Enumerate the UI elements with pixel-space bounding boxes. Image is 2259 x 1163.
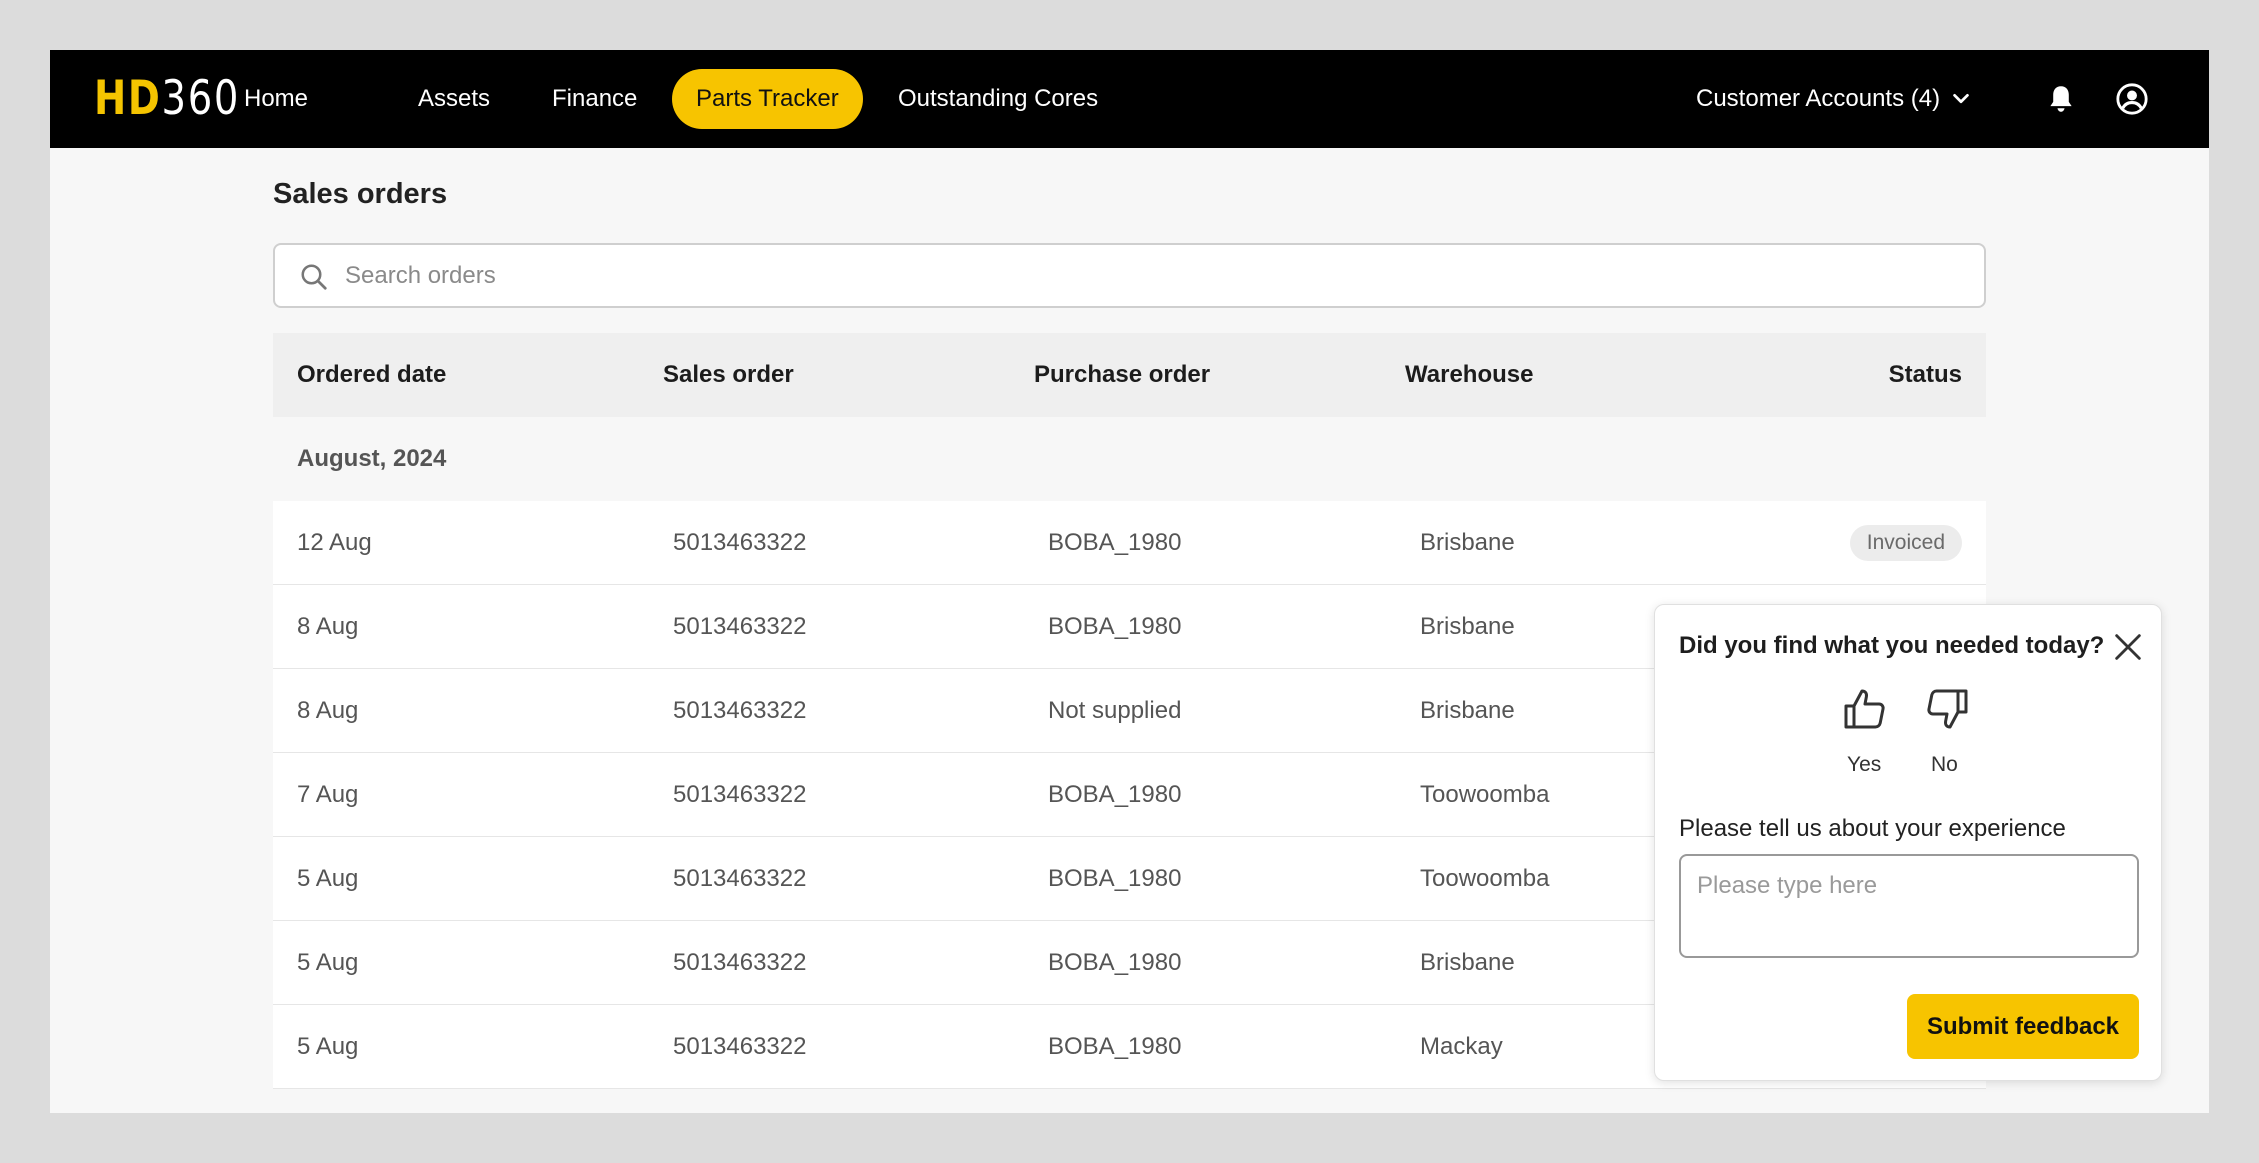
- experience-textarea[interactable]: [1679, 854, 2139, 958]
- month-group-label: August, 2024: [297, 445, 447, 472]
- cell-sales-order: 5013463322: [673, 780, 807, 808]
- nav-home[interactable]: Home: [220, 69, 332, 129]
- cell-sales-order: 5013463322: [673, 696, 807, 724]
- column-header-ordered-date[interactable]: Ordered date: [297, 361, 446, 389]
- cell-ordered-date: 8 Aug: [297, 696, 359, 724]
- cell-warehouse: Brisbane: [1420, 696, 1515, 724]
- no-label: No: [1931, 753, 1958, 776]
- cell-ordered-date: 7 Aug: [297, 780, 359, 808]
- customer-accounts-dropdown[interactable]: Customer Accounts (4): [1696, 69, 1972, 129]
- cell-warehouse: Brisbane: [1420, 528, 1515, 556]
- thumbs-up-icon[interactable]: [1841, 685, 1889, 733]
- cell-warehouse: Toowoomba: [1420, 864, 1550, 892]
- cell-sales-order: 5013463322: [673, 1032, 807, 1060]
- feedback-title: Did you find what you needed today?: [1679, 632, 2105, 659]
- table-header: Ordered date Sales order Purchase order …: [273, 333, 1986, 417]
- cell-warehouse: Toowoomba: [1420, 780, 1550, 808]
- cell-sales-order: 5013463322: [673, 528, 807, 556]
- column-header-warehouse[interactable]: Warehouse: [1405, 361, 1533, 389]
- chevron-down-icon: [1953, 93, 1969, 104]
- customer-accounts-label: Customer Accounts (4): [1696, 85, 1941, 112]
- nav-assets[interactable]: Assets: [394, 69, 514, 129]
- feedback-popup: Did you find what you needed today? Yes …: [1654, 604, 2162, 1081]
- top-navbar: HD360 Home Assets Finance Parts Tracker …: [50, 50, 2209, 148]
- thumbs-down-icon[interactable]: [1923, 685, 1971, 733]
- month-group-header: August, 2024: [273, 417, 1986, 501]
- experience-label: Please tell us about your experience: [1679, 815, 2066, 842]
- cell-purchase-order: BOBA_1980: [1048, 1032, 1182, 1060]
- user-circle-icon[interactable]: [2115, 82, 2149, 116]
- search-input[interactable]: [345, 253, 1945, 298]
- cell-ordered-date: 8 Aug: [297, 612, 359, 640]
- cell-purchase-order: BOBA_1980: [1048, 612, 1182, 640]
- cell-sales-order: 5013463322: [673, 948, 807, 976]
- cell-ordered-date: 5 Aug: [297, 948, 359, 976]
- cell-purchase-order: BOBA_1980: [1048, 864, 1182, 892]
- nav-finance[interactable]: Finance: [528, 69, 661, 129]
- close-icon[interactable]: [2111, 630, 2145, 664]
- table-row[interactable]: 12 Aug 5013463322 BOBA_1980 Brisbane Inv…: [273, 501, 1986, 585]
- status-badge: Invoiced: [1849, 524, 1962, 561]
- column-header-status[interactable]: Status: [1889, 361, 1962, 389]
- cell-ordered-date: 5 Aug: [297, 1032, 359, 1060]
- submit-feedback-button[interactable]: Submit feedback: [1907, 994, 2139, 1059]
- nav-outstanding-cores[interactable]: Outstanding Cores: [874, 69, 1122, 129]
- cell-purchase-order: BOBA_1980: [1048, 948, 1182, 976]
- cell-sales-order: 5013463322: [673, 864, 807, 892]
- cell-ordered-date: 5 Aug: [297, 864, 359, 892]
- cell-purchase-order: BOBA_1980: [1048, 780, 1182, 808]
- logo-prefix: HD: [94, 71, 162, 126]
- yes-label: Yes: [1847, 753, 1882, 776]
- search-box[interactable]: [273, 243, 1986, 308]
- bell-icon[interactable]: [2044, 82, 2078, 116]
- column-header-sales-order[interactable]: Sales order: [663, 361, 794, 389]
- cell-ordered-date: 12 Aug: [297, 528, 372, 556]
- nav-parts-tracker[interactable]: Parts Tracker: [672, 69, 863, 129]
- hd360-logo[interactable]: HD360: [94, 74, 240, 124]
- search-icon: [301, 264, 327, 290]
- cell-warehouse: Mackay: [1420, 1032, 1503, 1060]
- cell-sales-order: 5013463322: [673, 612, 807, 640]
- cell-warehouse: Brisbane: [1420, 948, 1515, 976]
- app-window: HD360 Home Assets Finance Parts Tracker …: [50, 50, 2209, 1113]
- page-title: Sales orders: [273, 178, 448, 210]
- cell-purchase-order: BOBA_1980: [1048, 528, 1182, 556]
- cell-warehouse: Brisbane: [1420, 612, 1515, 640]
- cell-purchase-order: Not supplied: [1048, 696, 1182, 724]
- column-header-purchase-order[interactable]: Purchase order: [1034, 361, 1210, 389]
